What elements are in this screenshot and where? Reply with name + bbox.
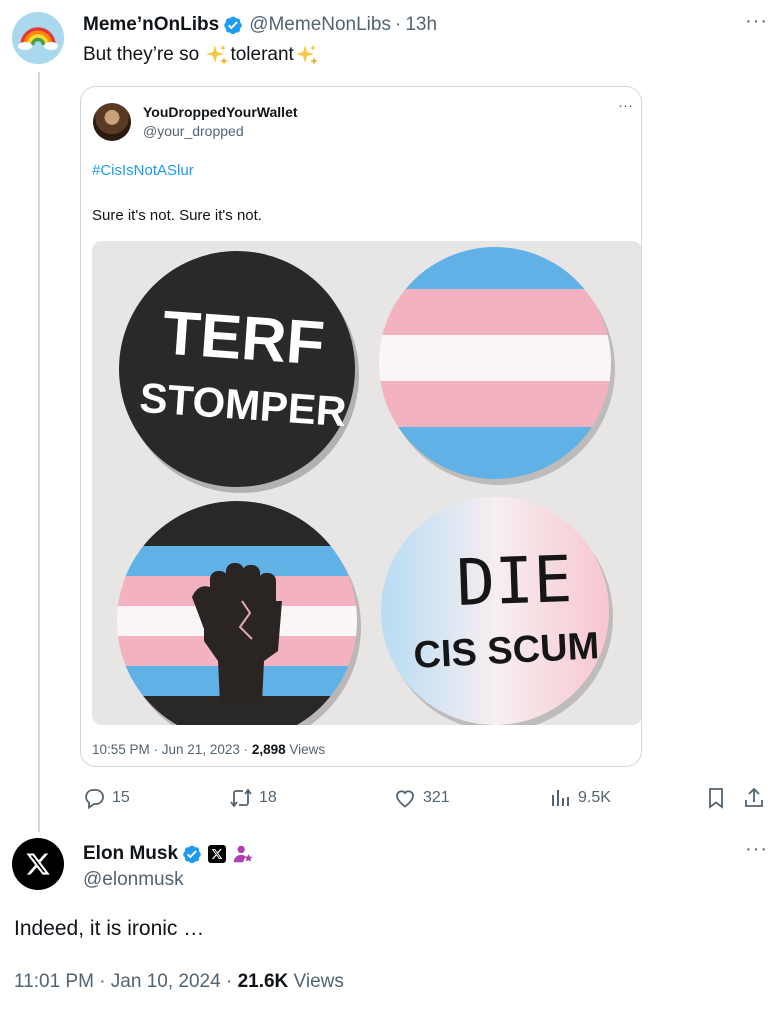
quoted-tweet-card[interactable]: YouDroppedYourWallet @your_dropped ··· #… [80, 86, 642, 767]
quoted-view-count: 2,898 [251, 742, 286, 757]
reply-header: Elon Musk [83, 842, 254, 866]
display-name[interactable]: Elon Musk [83, 843, 178, 865]
affiliate-person-icon[interactable] [232, 843, 254, 865]
bookmark-button[interactable] [704, 784, 728, 812]
quoted-handle[interactable]: @your_dropped [143, 123, 244, 139]
quoted-tweet-text: Sure it's not. Sure it's not. [92, 207, 262, 224]
tweet-header: Meme’nOnLibs @MemeNonLibs · 13h [83, 13, 437, 37]
reply-views-label: Views [288, 971, 344, 992]
parent-tweet[interactable]: Meme’nOnLibs @MemeNonLibs · 13h ··· But … [0, 0, 784, 830]
like-icon [396, 790, 414, 808]
views-icon [552, 790, 569, 806]
reply-icon [85, 789, 104, 810]
button-text-die: DIE [455, 543, 573, 621]
sparkles-icon [206, 45, 229, 65]
reply-button[interactable]: 15 [82, 784, 130, 812]
button-text-terf: TERF [160, 298, 326, 378]
x-affiliate-badge[interactable] [208, 845, 227, 863]
share-icon [745, 787, 763, 807]
reply-timestamp[interactable]: 11:01 PM · Jan 10, 2024 · [14, 971, 238, 992]
like-count: 321 [423, 789, 450, 806]
quoted-views-label: Views [285, 742, 326, 757]
display-name[interactable]: Meme’nOnLibs [83, 14, 219, 36]
tweet-text: But they’re so tolerant [83, 42, 320, 68]
more-options-button[interactable]: ··· [745, 838, 768, 861]
views-button[interactable]: 9.5K [548, 784, 611, 812]
tweet-action-bar: 15 18 321 9.5K [80, 784, 774, 812]
reply-count: 15 [112, 789, 130, 806]
tweet-text-part: But they’re so [83, 44, 205, 65]
share-button[interactable] [742, 784, 766, 812]
separator: · [394, 14, 402, 35]
verified-badge-icon [224, 16, 242, 35]
avatar[interactable] [93, 103, 131, 141]
quoted-display-name[interactable]: YouDroppedYourWallet [143, 104, 298, 120]
quoted-more-options[interactable]: ··· [618, 97, 633, 114]
avatar[interactable] [12, 838, 64, 890]
reply-view-count: 21.6K [237, 971, 289, 992]
quoted-timestamp[interactable]: 10:55 PM · Jun 21, 2023 · [92, 742, 252, 757]
repost-icon [230, 788, 252, 808]
handle[interactable]: @MemeNonLibs [249, 14, 391, 36]
more-options-button[interactable]: ··· [745, 10, 768, 33]
reply-meta: 11:01 PM · Jan 10, 2024 · 21.6K Views [14, 971, 344, 993]
sparkles-icon [295, 45, 318, 65]
x-logo-icon [26, 853, 50, 875]
reply-text: Indeed, it is ironic … [14, 917, 205, 940]
repost-count: 18 [259, 789, 277, 806]
x-logo-icon [211, 849, 223, 859]
avatar[interactable] [12, 12, 64, 64]
quoted-tweet-meta: 10:55 PM · Jun 21, 2023 · 2,898 Views [92, 742, 325, 757]
repost-button[interactable]: 18 [229, 784, 277, 812]
tweet-text-part: tolerant [230, 44, 294, 65]
handle[interactable]: @elonmusk [83, 869, 184, 891]
rainbow-avatar [12, 12, 64, 64]
hashtag-link[interactable]: #CisIsNotASlur [92, 162, 194, 179]
timestamp[interactable]: 13h [405, 14, 437, 36]
verified-badge-icon [183, 845, 201, 864]
buttons-photo: TERF STOMPER DIE CIS SCUM [92, 241, 641, 725]
quoted-tweet-image[interactable]: TERF STOMPER DIE CIS SCUM [92, 241, 641, 725]
like-button[interactable]: 321 [393, 784, 450, 812]
view-count: 9.5K [578, 789, 611, 806]
bookmark-icon [709, 788, 723, 809]
